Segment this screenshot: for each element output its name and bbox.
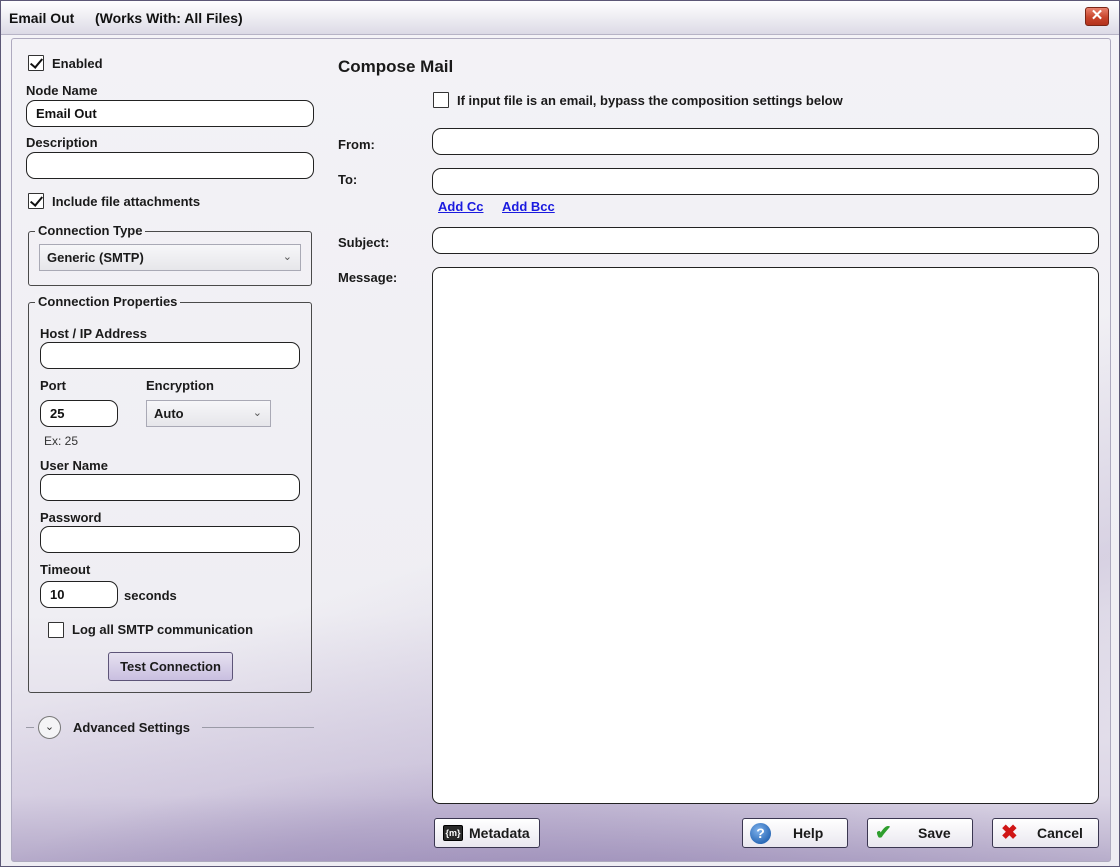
advanced-divider-right xyxy=(202,727,314,728)
add-bcc-link[interactable]: Add Bcc xyxy=(502,199,555,214)
chevron-down-icon: ⌄ xyxy=(282,251,292,263)
metadata-label: Metadata xyxy=(469,825,530,841)
enabled-label: Enabled xyxy=(52,56,103,71)
host-input[interactable] xyxy=(40,342,300,369)
message-label: Message: xyxy=(338,270,398,285)
enabled-checkbox[interactable] xyxy=(28,55,44,71)
description-label: Description xyxy=(26,135,98,150)
from-label: From: xyxy=(338,137,375,152)
username-label: User Name xyxy=(40,458,108,473)
expand-chevron-icon[interactable]: ⌄ xyxy=(38,716,61,739)
timeout-unit: seconds xyxy=(124,588,177,603)
username-input[interactable] xyxy=(40,474,300,501)
help-button[interactable]: ? Help xyxy=(742,818,848,848)
metadata-icon: {m} xyxy=(443,825,463,841)
cancel-x-icon: ✖ xyxy=(1001,822,1018,844)
help-label: Help xyxy=(793,825,824,841)
encryption-label: Encryption xyxy=(146,378,214,393)
window-title: Email Out xyxy=(9,10,75,26)
port-label: Port xyxy=(40,378,66,393)
bypass-checkbox[interactable] xyxy=(433,92,449,108)
timeout-label: Timeout xyxy=(40,562,91,577)
message-textarea[interactable] xyxy=(432,267,1099,804)
password-input[interactable] xyxy=(40,526,300,553)
connection-type-group: Connection Type Generic (SMTP) ⌄ xyxy=(28,223,312,286)
node-name-label: Node Name xyxy=(26,83,98,98)
log-smtp-label: Log all SMTP communication xyxy=(72,622,254,637)
include-attachments-checkbox[interactable] xyxy=(28,193,44,209)
port-hint: Ex: 25 xyxy=(44,434,79,448)
host-label: Host / IP Address xyxy=(40,326,147,341)
connection-type-title: Connection Type xyxy=(35,223,146,238)
port-input[interactable]: 25 xyxy=(40,400,118,427)
description-input[interactable] xyxy=(26,152,314,179)
timeout-input[interactable]: 10 xyxy=(40,581,118,608)
chevron-down-icon: ⌄ xyxy=(252,407,262,419)
checkmark-icon: ✔ xyxy=(875,822,892,844)
subject-input[interactable] xyxy=(432,227,1099,254)
save-label: Save xyxy=(918,825,951,841)
connection-properties-title: Connection Properties xyxy=(35,294,181,309)
save-button[interactable]: ✔ Save xyxy=(867,818,973,848)
to-input[interactable] xyxy=(432,168,1099,195)
advanced-divider-left xyxy=(26,727,34,728)
subject-label: Subject: xyxy=(338,235,390,250)
add-cc-link[interactable]: Add Cc xyxy=(438,199,484,214)
dialog-window: Email Out (Works With: All Files) ✕ Enab… xyxy=(0,0,1120,867)
log-smtp-checkbox[interactable] xyxy=(48,622,64,638)
connection-type-select[interactable]: Generic (SMTP) ⌄ xyxy=(39,244,301,271)
from-input[interactable] xyxy=(432,128,1099,155)
encryption-select[interactable]: Auto ⌄ xyxy=(146,400,271,427)
connection-properties-group: Connection Properties Host / IP Address … xyxy=(28,294,312,693)
content-panel: Enabled Node Name Email Out Description … xyxy=(11,38,1111,862)
advanced-settings-label[interactable]: Advanced Settings xyxy=(73,720,190,735)
connection-type-value: Generic (SMTP) xyxy=(47,250,144,265)
metadata-button[interactable]: {m} Metadata xyxy=(434,818,540,848)
cancel-label: Cancel xyxy=(1037,825,1083,841)
test-connection-button[interactable]: Test Connection xyxy=(108,652,233,681)
node-name-input[interactable]: Email Out xyxy=(26,100,314,127)
compose-title: Compose Mail xyxy=(338,57,454,76)
include-attachments-label: Include file attachments xyxy=(52,194,201,209)
password-label: Password xyxy=(40,510,102,525)
bypass-label: If input file is an email, bypass the co… xyxy=(457,93,843,108)
encryption-value: Auto xyxy=(154,406,184,421)
title-bar[interactable]: Email Out (Works With: All Files) ✕ xyxy=(1,1,1119,35)
close-icon: ✕ xyxy=(1090,7,1104,24)
cancel-button[interactable]: ✖ Cancel xyxy=(992,818,1099,848)
works-with-label: (Works With: All Files) xyxy=(95,10,243,26)
to-label: To: xyxy=(338,172,358,187)
help-icon: ? xyxy=(750,823,771,844)
close-button[interactable]: ✕ xyxy=(1085,7,1109,26)
